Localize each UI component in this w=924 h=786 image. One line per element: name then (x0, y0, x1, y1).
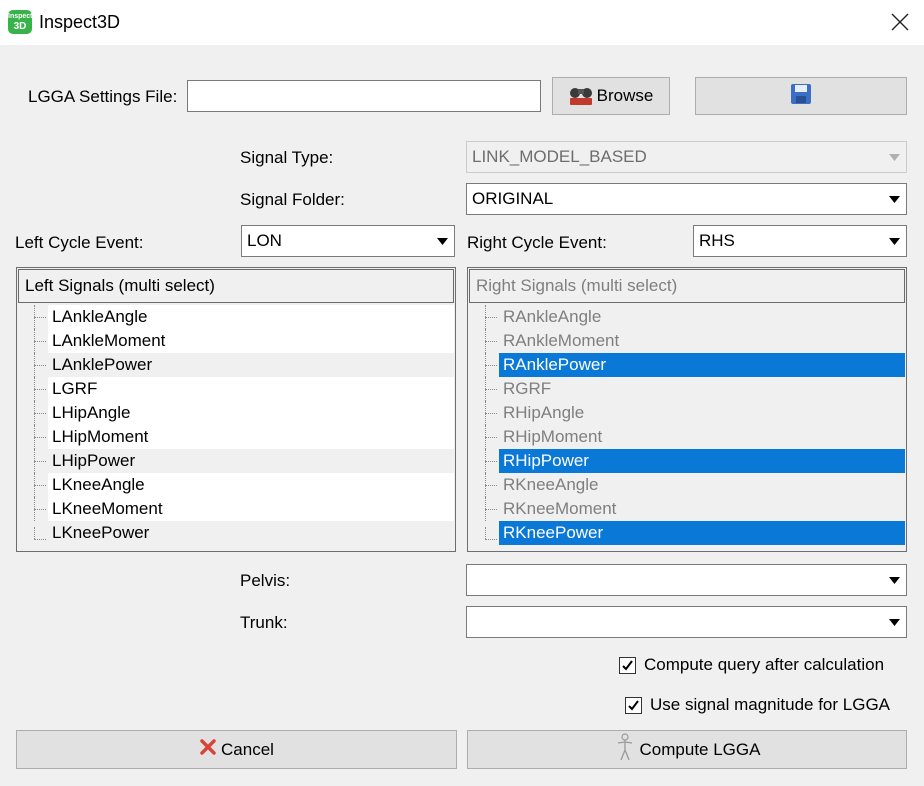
chevron-down-icon[interactable] (885, 609, 904, 635)
left-signals-list[interactable]: Left Signals (multi select) LAnkleAngle … (16, 267, 456, 552)
chevron-down-icon (885, 144, 904, 170)
list-item-selected[interactable]: RKneePower (469, 521, 905, 545)
compute-query-checkbox[interactable] (619, 656, 636, 674)
list-item[interactable]: LGRF (18, 377, 454, 401)
compute-query-option[interactable]: Compute query after calculation (619, 655, 884, 675)
list-item[interactable]: LKneeAngle (18, 473, 454, 497)
left-cycle-event-dropdown[interactable]: LON (241, 225, 455, 257)
use-magnitude-label: Use signal magnitude for LGGA (650, 695, 891, 714)
app-icon: Inspect 3D (8, 10, 33, 34)
list-item-label: RAnkleAngle (503, 307, 602, 326)
list-item[interactable]: RKneeAngle (469, 473, 905, 497)
list-item[interactable]: LAnkleAngle (18, 305, 454, 329)
cancel-icon (199, 738, 217, 761)
list-item-label: RAnklePower (499, 353, 905, 377)
compute-lgga-label: Compute LGGA (639, 739, 761, 759)
settings-file-input[interactable] (187, 80, 541, 112)
chevron-down-icon[interactable] (885, 186, 904, 212)
list-item-selected[interactable]: RHipPower (469, 449, 905, 473)
list-item[interactable]: RAnkleMoment (469, 329, 905, 353)
list-item-label: LKneeMoment (48, 497, 454, 521)
list-item-label: RKneeAngle (503, 475, 599, 494)
list-item-label: LKneePower (48, 521, 454, 545)
chevron-down-icon[interactable] (885, 228, 904, 254)
pelvis-label: Pelvis: (240, 571, 291, 590)
pelvis-dropdown[interactable] (466, 564, 907, 596)
chevron-down-icon[interactable] (433, 228, 452, 254)
list-item[interactable]: RGRF (469, 377, 905, 401)
signal-folder-value: ORIGINAL (472, 189, 554, 208)
trunk-label: Trunk: (240, 613, 288, 632)
compute-query-label: Compute query after calculation (644, 655, 885, 674)
list-item-label: RAnkleMoment (503, 331, 620, 350)
signal-type-label: Signal Type: (240, 148, 334, 167)
signal-folder-dropdown[interactable]: ORIGINAL (466, 183, 907, 215)
list-item-label: LKneeAngle (48, 473, 454, 497)
list-item-label: LAnkleMoment (48, 329, 454, 353)
title-bar (0, 0, 924, 45)
cancel-label: Cancel (221, 739, 274, 759)
chevron-down-icon[interactable] (885, 567, 904, 593)
list-item[interactable]: LAnklePower (18, 353, 454, 377)
list-item[interactable]: RHipMoment (469, 425, 905, 449)
list-item-label: LHipPower (48, 449, 454, 473)
close-icon[interactable] (888, 10, 912, 34)
right-signals-header-label: Right Signals (multi select) (476, 276, 678, 295)
settings-file-label: LGGA Settings File: (28, 87, 178, 106)
use-magnitude-option[interactable]: Use signal magnitude for LGGA (625, 695, 890, 715)
list-item-label: LAnklePower (48, 353, 454, 377)
list-item-label: LAnkleAngle (48, 305, 454, 329)
signal-folder-label: Signal Folder: (240, 190, 345, 209)
list-item[interactable]: LHipMoment (18, 425, 454, 449)
left-cycle-event-label: Left Cycle Event: (15, 233, 144, 252)
list-item[interactable]: RKneeMoment (469, 497, 905, 521)
app-icon-text: Inspect (8, 13, 33, 20)
list-item-label: LGRF (48, 377, 454, 401)
left-signals-header-label: Left Signals (multi select) (25, 276, 215, 295)
list-item-label: RHipPower (499, 449, 905, 473)
list-item-label: RKneePower (499, 521, 905, 545)
app-icon-text-3d: 3D (13, 21, 27, 32)
list-item[interactable]: LHipPower (18, 449, 454, 473)
list-item-label: LHipMoment (48, 425, 454, 449)
list-item[interactable]: RHipAngle (469, 401, 905, 425)
list-item-label: RGRF (503, 379, 552, 398)
browse-label: Browse (596, 86, 654, 105)
left-signals-header: Left Signals (multi select) (18, 269, 454, 303)
trunk-dropdown[interactable] (466, 606, 907, 638)
list-item[interactable]: LAnkleMoment (18, 329, 454, 353)
list-item[interactable]: LKneePower (18, 521, 454, 545)
browse-button[interactable]: Browse (552, 77, 670, 115)
list-item-label: RHipAngle (503, 403, 585, 422)
cancel-button[interactable]: Cancel (16, 730, 457, 769)
left-signals-body: LAnkleAngle LAnkleMoment LAnklePower LGR… (18, 305, 454, 550)
list-item[interactable]: RAnkleAngle (469, 305, 905, 329)
save-icon (790, 83, 812, 110)
window-title: Inspect3D (39, 12, 121, 32)
left-cycle-event-value: LON (247, 231, 282, 250)
signal-type-dropdown: LINK_MODEL_BASED (466, 141, 907, 173)
right-cycle-event-label: Right Cycle Event: (467, 233, 607, 252)
compute-lgga-button[interactable]: Compute LGGA (467, 730, 907, 769)
right-cycle-event-value: RHS (699, 231, 735, 250)
list-item[interactable]: LHipAngle (18, 401, 454, 425)
use-magnitude-checkbox[interactable] (625, 696, 642, 714)
save-button[interactable] (695, 77, 907, 115)
list-item-label: RHipMoment (503, 427, 603, 446)
right-signals-body: RAnkleAngle RAnkleMoment RAnklePower RGR… (469, 305, 905, 550)
list-item-selected[interactable]: RAnklePower (469, 353, 905, 377)
list-item-label: LHipAngle (48, 401, 454, 425)
list-item-label: RKneeMoment (503, 499, 617, 518)
right-signals-header: Right Signals (multi select) (469, 269, 905, 303)
binoculars-icon (569, 83, 593, 110)
person-icon (614, 733, 636, 766)
right-cycle-event-dropdown[interactable]: RHS (693, 225, 907, 257)
right-signals-list[interactable]: Right Signals (multi select) RAnkleAngle… (467, 267, 907, 552)
signal-type-value: LINK_MODEL_BASED (472, 147, 647, 166)
list-item[interactable]: LKneeMoment (18, 497, 454, 521)
